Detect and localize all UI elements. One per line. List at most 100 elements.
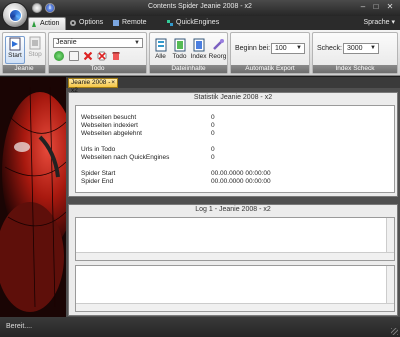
quick-access-icon[interactable] bbox=[32, 3, 42, 13]
scheck-label: Scheck: bbox=[317, 45, 342, 52]
stop-icon bbox=[29, 36, 41, 50]
stat-value: 0 bbox=[211, 114, 215, 121]
status-bar: Bereit.... bbox=[0, 317, 400, 337]
stat-key: Spider Start bbox=[81, 170, 116, 177]
statistik-title: Statistik Jeanie 2008 - x2 bbox=[193, 94, 273, 101]
chevron-down-icon: ▼ bbox=[296, 45, 302, 51]
log-output-bottom[interactable] bbox=[75, 265, 395, 312]
chevron-down-icon: ▼ bbox=[134, 40, 140, 46]
log-panel: Log 1 - Jeanie 2008 - x2 bbox=[68, 204, 398, 316]
index-button[interactable]: Index bbox=[189, 36, 208, 60]
statistik-panel: Statistik Jeanie 2008 - x2 Webseiten bes… bbox=[68, 92, 398, 197]
ribbon-tab-bar: Action Options Remote Server QuickEngine… bbox=[0, 16, 400, 38]
beginn-label: Beginn bei: bbox=[235, 45, 271, 52]
stop-label: Stop bbox=[28, 51, 42, 58]
index-label: Index bbox=[190, 53, 207, 60]
status-text: Bereit.... bbox=[6, 323, 33, 330]
jeanie-select-value: Jeanie bbox=[56, 39, 77, 46]
tab-remote-server[interactable]: Remote Server bbox=[111, 17, 163, 38]
info-icon[interactable]: i bbox=[45, 3, 55, 13]
stat-value: 00.00.0000 00:00:00 bbox=[211, 170, 271, 177]
trash-icon[interactable] bbox=[111, 51, 121, 61]
stat-key: Urls in Todo bbox=[81, 146, 116, 153]
tab-options-label: Options bbox=[79, 19, 104, 26]
tab-options[interactable]: Options bbox=[68, 17, 108, 30]
scheck-select[interactable]: 3000 ▼ bbox=[343, 43, 379, 54]
stop-button[interactable]: Stop bbox=[25, 36, 45, 64]
beginn-select[interactable]: 100 ▼ bbox=[271, 43, 305, 54]
server-icon bbox=[113, 20, 119, 26]
start-button[interactable]: Start bbox=[5, 36, 25, 64]
group-todo-label: Todo bbox=[49, 65, 146, 73]
language-label: Sprache bbox=[363, 19, 390, 26]
gear-icon bbox=[70, 20, 76, 26]
group-dateiinhalte: Alle Todo Index Reorg Dateiinhalte bbox=[149, 32, 228, 74]
engine-icon bbox=[167, 20, 173, 26]
stat-key: Webseiten nach QuickEngines bbox=[81, 154, 170, 161]
vertical-scrollbar[interactable] bbox=[386, 218, 394, 252]
log-title: Log 1 - Jeanie 2008 - x2 bbox=[195, 206, 271, 213]
app-logo-icon bbox=[9, 9, 22, 22]
maximize-icon[interactable]: □ bbox=[370, 2, 382, 12]
todo-button[interactable]: Todo bbox=[170, 36, 189, 60]
stat-key: Spider End bbox=[81, 178, 114, 185]
close-icon[interactable]: ✕ bbox=[384, 2, 396, 12]
jeanie-select[interactable]: Jeanie ▼ bbox=[53, 38, 143, 48]
stat-value: 0 bbox=[211, 130, 215, 137]
scheck-value: 3000 bbox=[347, 45, 363, 52]
ribbon: Start Stop Jeanie Jeanie ▼ Todo Alle Tod… bbox=[0, 30, 400, 76]
minimize-icon[interactable]: – bbox=[357, 2, 369, 12]
spider-artwork bbox=[0, 77, 66, 317]
close-tab-icon[interactable]: × bbox=[111, 79, 115, 87]
horizontal-scrollbar[interactable] bbox=[76, 303, 394, 311]
delete-all-icon[interactable] bbox=[97, 51, 107, 61]
app-menu-orb[interactable] bbox=[2, 2, 28, 28]
stat-key: Webseiten besucht bbox=[81, 114, 137, 121]
document-icon[interactable] bbox=[69, 51, 79, 61]
stat-key: Webseiten indexiert bbox=[81, 122, 138, 129]
tab-action-label: Action bbox=[40, 20, 60, 27]
alle-button[interactable]: Alle bbox=[151, 36, 170, 60]
group-automatik-export: Beginn bei: 100 ▼ Automatik Export bbox=[230, 32, 310, 74]
log-output-top[interactable] bbox=[75, 217, 395, 261]
group-index-scheck: Scheck: 3000 ▼ Index Scheck bbox=[312, 32, 398, 74]
tab-quickengines[interactable]: QuickEngines bbox=[165, 17, 219, 30]
group-jeanie: Start Stop Jeanie bbox=[2, 32, 46, 74]
stat-value: 0 bbox=[211, 146, 215, 153]
stat-value: 0 bbox=[211, 154, 215, 161]
tab-action[interactable]: Action bbox=[28, 17, 66, 30]
document-tab-strip: Jeanie 2008 - x2 × bbox=[66, 77, 400, 94]
add-icon[interactable] bbox=[54, 51, 64, 61]
reorg-icon bbox=[212, 39, 224, 50]
stat-value: 0 bbox=[211, 122, 215, 129]
reorg-label: Reorg bbox=[208, 53, 227, 60]
group-dateiinhalte-label: Dateiinhalte bbox=[150, 65, 227, 73]
delete-icon[interactable] bbox=[83, 51, 93, 61]
title-bar: Contents Spider Jeanie 2008 - x2 – □ ✕ bbox=[0, 0, 400, 16]
todo-icon bbox=[174, 38, 185, 52]
chevron-down-icon: ▼ bbox=[370, 45, 376, 51]
group-index-label: Index Scheck bbox=[313, 65, 397, 73]
action-icon bbox=[32, 21, 36, 27]
stat-value: 00.00.0000 00:00:00 bbox=[211, 178, 271, 185]
beginn-value: 100 bbox=[275, 45, 287, 52]
horizontal-scrollbar[interactable] bbox=[76, 252, 394, 260]
language-menu[interactable]: Sprache ▾ bbox=[363, 18, 395, 26]
start-icon bbox=[9, 37, 21, 51]
group-export-label: Automatik Export bbox=[231, 65, 309, 73]
index-icon bbox=[193, 38, 204, 52]
tab-quick-label: QuickEngines bbox=[176, 19, 220, 26]
stat-key: Webseiten abgelehnt bbox=[81, 130, 142, 137]
statistik-table: Webseiten besucht 0 Webseiten indexiert 0 … bbox=[75, 105, 395, 193]
todo-label: Todo bbox=[172, 53, 187, 60]
alle-label: Alle bbox=[155, 53, 166, 60]
list-icon bbox=[155, 38, 166, 52]
group-jeanie-label: Jeanie bbox=[3, 65, 45, 73]
vertical-scrollbar[interactable] bbox=[386, 266, 394, 303]
resize-grip-icon[interactable] bbox=[391, 328, 398, 335]
group-todo: Jeanie ▼ Todo bbox=[48, 32, 147, 74]
start-label: Start bbox=[8, 52, 22, 59]
reorg-button[interactable]: Reorg bbox=[208, 36, 227, 60]
window-title: Contents Spider Jeanie 2008 - x2 bbox=[148, 3, 252, 10]
document-tab[interactable]: Jeanie 2008 - x2 × bbox=[68, 78, 118, 94]
